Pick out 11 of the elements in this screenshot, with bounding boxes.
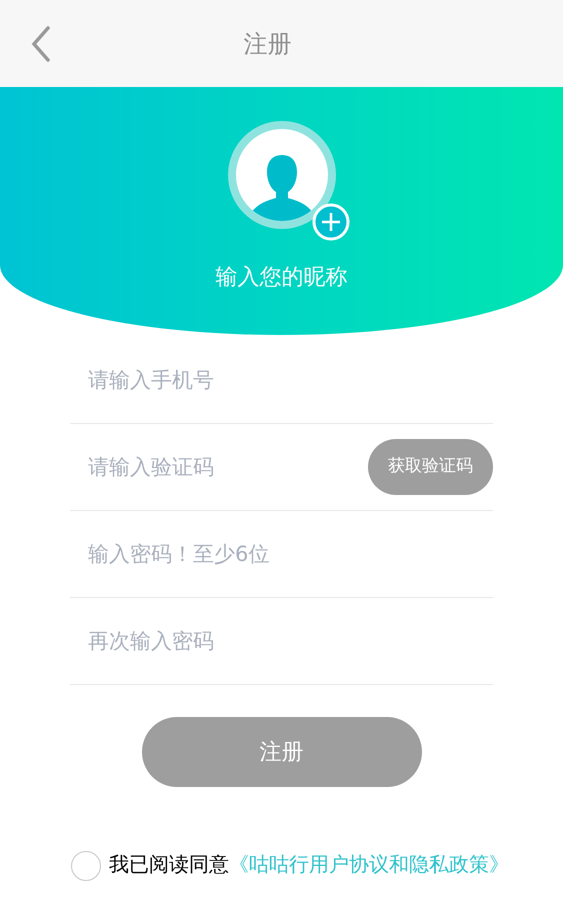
input-field[interactable]: 输入密码！至少6位 <box>70 529 493 579</box>
nickname-field[interactable]: 输入您的昵称 <box>182 261 382 294</box>
window-title: 注册 <box>244 28 292 60</box>
plus-icon[interactable] <box>312 203 350 241</box>
input-field[interactable]: 再次输入密码 <box>70 616 493 666</box>
get-code-button[interactable]: 获取验证码 <box>368 439 493 495</box>
input-field[interactable]: 请输入手机号 <box>70 355 493 405</box>
input-field[interactable]: 请输入验证码 <box>70 442 368 492</box>
agreement-text: 我已阅读同意《咕咕行用户协议和隐私政策》 <box>109 851 509 878</box>
policy-link[interactable]: 《咕咕行用户协议和隐私政策》 <box>229 852 509 876</box>
agree-checkbox[interactable] <box>71 851 101 881</box>
